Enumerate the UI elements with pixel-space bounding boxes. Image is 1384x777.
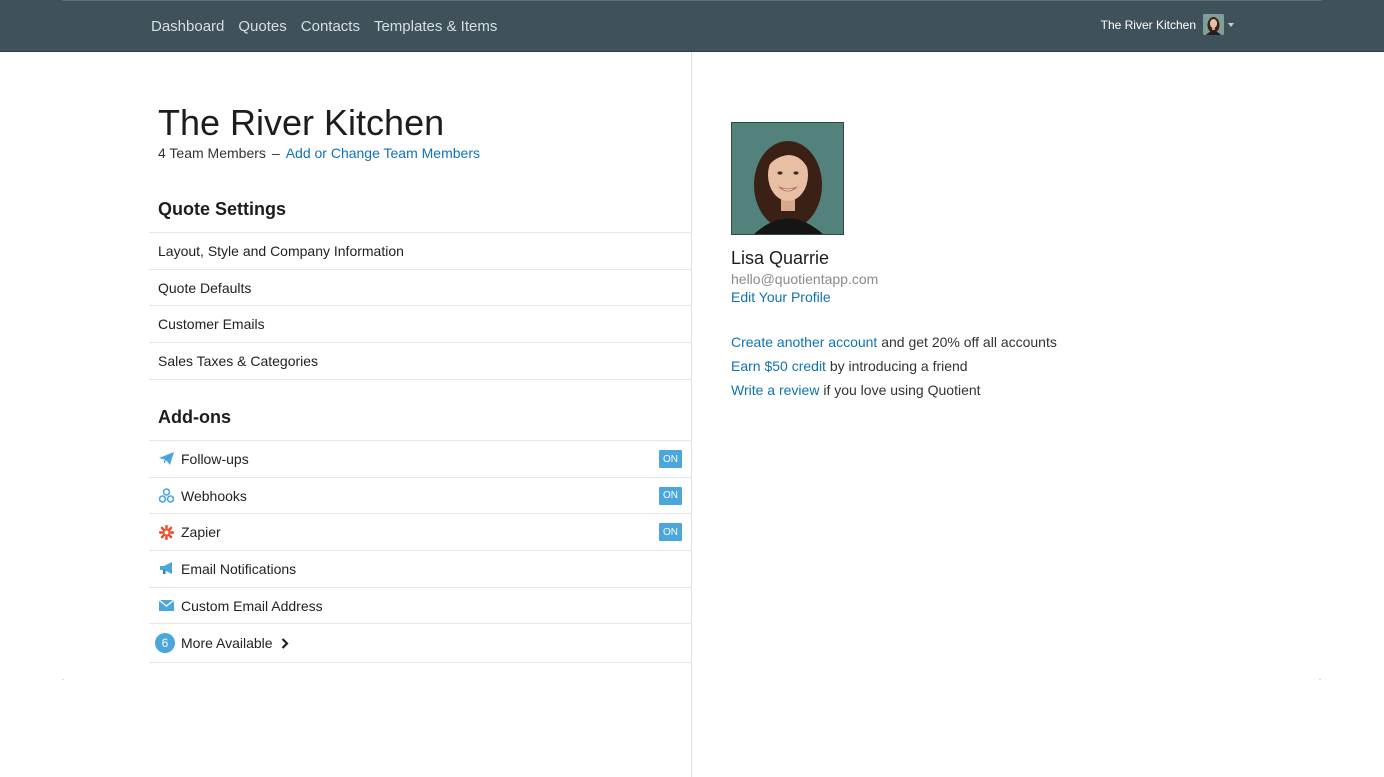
addon-email-notifications[interactable]: Email Notifications [149, 551, 691, 588]
top-navbar: Dashboard Quotes Contacts Templates & It… [0, 0, 1384, 52]
frame-mark [1319, 679, 1321, 680]
envelope-icon [158, 598, 174, 614]
nav-quotes[interactable]: Quotes [238, 18, 286, 35]
settings-item-label: Layout, Style and Company Information [158, 242, 404, 259]
addon-webhooks[interactable]: Webhooks ON [149, 478, 691, 515]
addon-zapier[interactable]: Zapier ON [149, 514, 691, 552]
nav-templates-items[interactable]: Templates & Items [374, 18, 497, 35]
account-name: The River Kitchen [1100, 17, 1196, 32]
addon-follow-ups[interactable]: Follow-ups ON [149, 441, 691, 478]
quote-settings-list: Layout, Style and Company Information Qu… [149, 232, 691, 380]
team-count: 4 Team Members [158, 145, 266, 161]
addon-label: Email Notifications [181, 560, 297, 577]
settings-item-layout[interactable]: Layout, Style and Company Information [149, 233, 691, 270]
promo-text: if you love using Quotient [819, 382, 981, 398]
addon-label: Zapier [181, 524, 221, 541]
column-divider [691, 52, 692, 777]
frame-mark [62, 679, 64, 680]
settings-item-label: Quote Defaults [158, 279, 252, 296]
account-menu[interactable]: The River Kitchen [1101, 14, 1234, 35]
main-nav: Dashboard Quotes Contacts Templates & It… [151, 0, 511, 52]
profile-photo[interactable] [731, 122, 844, 235]
settings-item-label: Customer Emails [158, 316, 265, 333]
profile-name: Lisa Quarrie [731, 248, 830, 268]
addon-label: Webhooks [181, 487, 247, 504]
megaphone-icon [158, 561, 174, 577]
addon-label: Follow-ups [181, 450, 249, 467]
create-account-link[interactable]: Create another account [731, 334, 877, 350]
webhook-icon [158, 488, 174, 504]
addon-custom-email[interactable]: Custom Email Address [149, 588, 691, 625]
addons-heading: Add-ons [158, 407, 231, 427]
paper-plane-icon [158, 451, 174, 467]
more-count-badge: 6 [155, 633, 175, 654]
earn-credit-link[interactable]: Earn $50 credit [731, 358, 826, 374]
chevron-right-icon [281, 638, 289, 649]
write-review-link[interactable]: Write a review [731, 382, 819, 398]
settings-item-customer-emails[interactable]: Customer Emails [149, 306, 691, 344]
edit-profile-link[interactable]: Edit Your Profile [731, 289, 831, 305]
promo-text: and get 20% off all accounts [877, 334, 1057, 350]
settings-item-quote-defaults[interactable]: Quote Defaults [149, 270, 691, 307]
team-dash: – [271, 145, 280, 161]
quote-settings-heading: Quote Settings [158, 199, 287, 219]
zapier-icon [158, 524, 174, 540]
team-line: 4 Team Members – Add or Change Team Member… [158, 145, 480, 161]
caret-down-icon [1228, 22, 1234, 27]
company-title: The River Kitchen [158, 102, 445, 143]
nav-dashboard[interactable]: Dashboard [151, 18, 224, 35]
status-badge[interactable]: ON [659, 486, 682, 505]
nav-contacts[interactable]: Contacts [301, 18, 360, 35]
promo-earn-credit: Earn $50 credit by introducing a friend [731, 358, 968, 374]
promo-create-account: Create another account and get 20% off a… [731, 334, 1057, 350]
profile-email: hello@quotientapp.com [731, 271, 879, 287]
more-label: More Available [181, 635, 273, 652]
addons-list: Follow-ups ON Webhooks ON Zapier ON Emai… [149, 440, 691, 664]
promo-text: by introducing a friend [825, 358, 968, 374]
status-badge[interactable]: ON [659, 450, 682, 468]
status-badge[interactable]: ON [659, 523, 682, 542]
user-avatar [1203, 14, 1224, 35]
promo-write-review: Write a review if you love using Quotien… [731, 382, 981, 398]
change-team-link[interactable]: Add or Change Team Members [286, 145, 480, 161]
settings-item-sales-taxes[interactable]: Sales Taxes & Categories [149, 343, 691, 380]
settings-item-label: Sales Taxes & Categories [158, 352, 319, 369]
addon-label: Custom Email Address [181, 597, 323, 614]
more-addons-row[interactable]: 6 More Available [149, 624, 691, 664]
